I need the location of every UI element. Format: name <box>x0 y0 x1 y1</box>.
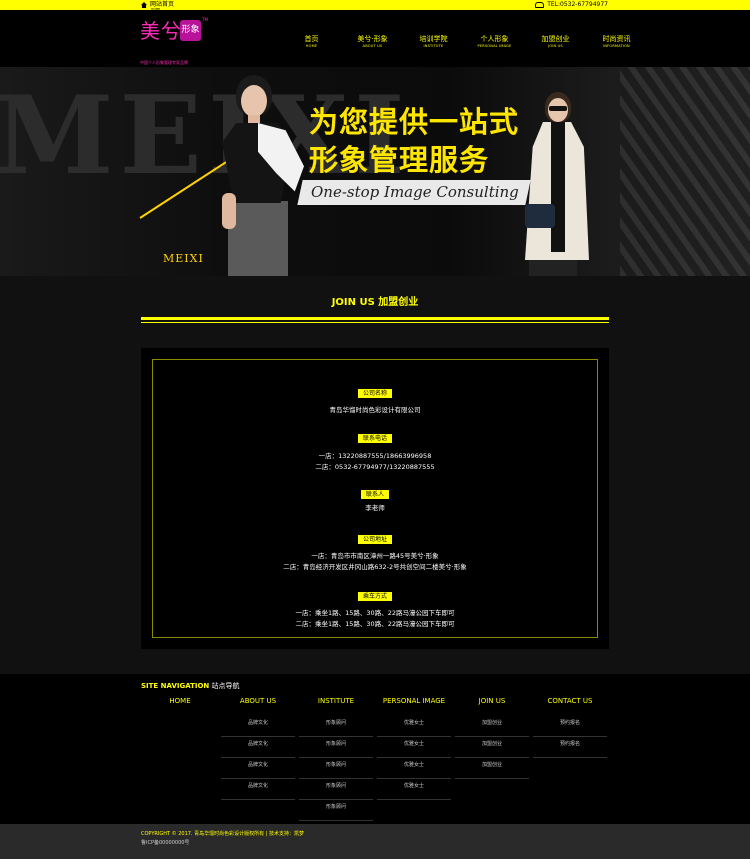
footer-column-heading[interactable]: HOME <box>143 697 217 706</box>
company-name: 青岛华馏时尚色彩设计有限公司 <box>329 406 421 414</box>
address-line-2: 二店：青岛经济开发区井冈山路632-2号共创空间二楼美兮·形象 <box>283 563 467 571</box>
nav-item-sublabel: ABOUT US <box>362 44 383 48</box>
model-photo-left <box>214 75 304 276</box>
address-line-1: 一店：青岛市市南区漳州一路45号美兮·形象 <box>311 552 439 560</box>
nav-item-personal-image[interactable]: 个人形象 PERSONAL IMAGE <box>464 35 525 49</box>
footer-column-heading[interactable]: CONTACT US <box>533 697 607 706</box>
phone-info: TEL:0532-67794977 <box>535 1 608 8</box>
footer-title-en: SITE NAVIGATION <box>141 682 210 690</box>
logo-mark: 美兮 <box>140 19 182 43</box>
contact-person: 李老师 <box>365 504 385 512</box>
top-bar: 网站首页 HOME TEL:0532-67794977 <box>0 0 750 11</box>
main-nav: 首页 HOME 美兮·形象 ABOUT US 培训学院 INSTITUTE 个人… <box>281 35 647 49</box>
footer-column-about: ABOUT US 品牌文化 品牌文化 品牌文化 品牌文化 <box>221 697 295 800</box>
nav-item-label: 加盟创业 <box>541 35 570 43</box>
logo-badge: 形象 <box>180 20 201 41</box>
footer-column-heading[interactable]: JOIN US <box>455 697 529 706</box>
title-divider <box>141 317 609 320</box>
contact-panel: 公司名称 青岛华馏时尚色彩设计有限公司 联系电话 一店：13220887555/… <box>141 348 609 649</box>
nav-item-sublabel: INFORMATION <box>603 44 630 48</box>
nav-item-sublabel: HOME <box>305 44 318 48</box>
footer-column-heading[interactable]: PERSONAL IMAGE <box>377 697 451 706</box>
hero-banner: MEIXI MEIXI 为您提供一站式 形象管理服务 One-stop Imag… <box>0 67 750 276</box>
footer-link[interactable]: 品牌文化 <box>221 737 295 758</box>
logo-slogan: 中国个人形象管理专家品牌 <box>140 60 188 65</box>
icp-number: 鲁ICP备00000000号 <box>141 840 190 846</box>
footer-link[interactable]: 预约报名 <box>533 716 607 737</box>
banner-headline-line-1: 为您提供一站式 <box>309 105 520 139</box>
footer-column-heading[interactable]: ABOUT US <box>221 697 295 706</box>
bus-block: 乘车方式 一店：乘坐1路、15路、30路、22路马濠公园下车即可 二店：乘坐1路… <box>141 583 609 630</box>
footer-link[interactable]: 加盟创业 <box>455 758 529 779</box>
title-divider-thin <box>141 322 609 323</box>
address-block: 公司地址 一店：青岛市市南区漳州一路45号美兮·形象 二店：青岛经济开发区井冈山… <box>141 526 609 573</box>
footer-link[interactable]: 优雅女士 <box>377 758 451 779</box>
nav-item-about[interactable]: 美兮·形象 ABOUT US <box>342 35 403 49</box>
footer-link[interactable]: 形象顾问 <box>299 800 373 821</box>
contact-person-label: 联系人 <box>360 490 389 499</box>
contact-person-block: 联系人 李老师 <box>141 481 609 514</box>
footer-title-zh: 站点导航 <box>211 682 240 690</box>
company-label: 公司名称 <box>357 389 392 398</box>
footer-link[interactable]: 形象顾问 <box>299 779 373 800</box>
footer-link[interactable]: 预约报名 <box>533 737 607 758</box>
phone-block: 联系电话 一店：13220887555/18663996958 二店：0532-… <box>141 425 609 473</box>
footer-link[interactable]: 品牌文化 <box>221 716 295 737</box>
footer-column-contact: CONTACT US 预约报名 预约报名 <box>533 697 607 758</box>
footer-link[interactable]: 加盟创业 <box>455 716 529 737</box>
footer-title: SITE NAVIGATION 站点导航 <box>141 681 240 691</box>
footer-column-institute: INSTITUTE 形象顾问 形象顾问 形象顾问 形象顾问 形象顾问 <box>299 697 373 821</box>
phone-icon <box>535 1 545 8</box>
footer-link[interactable]: 优雅女士 <box>377 716 451 737</box>
nav-item-information[interactable]: 时尚资讯 INFORMATION <box>586 35 647 49</box>
footer-link[interactable]: 形象顾问 <box>299 758 373 779</box>
banner-pattern <box>620 67 750 276</box>
phone-line-2: 二店：0532-67794977/13220887555 <box>315 463 435 471</box>
site-header: 美兮 形象 TM 中国个人形象管理专家品牌 首页 HOME 美兮·形象 ABOU… <box>0 10 750 67</box>
banner-brand: MEIXI <box>163 252 204 265</box>
footer-link[interactable]: 品牌文化 <box>221 779 295 800</box>
nav-item-join-us[interactable]: 加盟创业 JOIN US <box>525 35 586 49</box>
nav-item-label: 个人形象 <box>480 35 509 43</box>
address-label: 公司地址 <box>357 535 392 544</box>
nav-item-sublabel: INSTITUTE <box>423 44 444 48</box>
nav-item-home[interactable]: 首页 HOME <box>281 35 342 49</box>
section-title: JOIN US 加盟创业 <box>331 297 419 308</box>
footer-link[interactable]: 优雅女士 <box>377 737 451 758</box>
banner-headline-line-2: 形象管理服务 <box>309 143 490 177</box>
nav-item-sublabel: PERSONAL IMAGE <box>477 44 512 48</box>
nav-item-label: 培训学院 <box>419 35 448 43</box>
footer-link[interactable]: 优雅女士 <box>377 779 451 800</box>
nav-item-sublabel: JOIN US <box>548 44 563 48</box>
footer-link[interactable]: 形象顾问 <box>299 737 373 758</box>
nav-item-label: 时尚资讯 <box>602 35 631 43</box>
footer-column-personal-image: PERSONAL IMAGE 优雅女士 优雅女士 优雅女士 优雅女士 <box>377 697 451 800</box>
footer-link[interactable]: 形象顾问 <box>299 716 373 737</box>
logo-tm: TM <box>202 17 208 22</box>
home-icon <box>141 2 147 8</box>
footer-column-join-us: JOIN US 加盟创业 加盟创业 加盟创业 <box>455 697 529 779</box>
site-footer: SITE NAVIGATION 站点导航 HOME ABOUT US 品牌文化 … <box>0 674 750 824</box>
copyright-text: COPYRIGHT © 2017. 青岛华馏时尚色彩设计版权所有 | 技术支持：… <box>141 831 304 837</box>
logo[interactable]: 美兮 形象 TM 中国个人形象管理专家品牌 <box>140 15 220 67</box>
nav-item-label: 美兮·形象 <box>357 35 388 43</box>
banner-tagline: One-stop Image Consulting <box>311 183 519 201</box>
bus-line-1: 一店：乘坐1路、15路、30路、22路马濠公园下车即可 <box>295 609 455 617</box>
company-block: 公司名称 青岛华馏时尚色彩设计有限公司 <box>141 380 609 416</box>
model-photo-right <box>515 92 595 276</box>
footer-link[interactable]: 品牌文化 <box>221 758 295 779</box>
nav-item-label: 首页 <box>304 35 319 43</box>
bus-line-2: 二店：乘坐1路、15路、30路、22路马濠公园下车即可 <box>295 620 455 628</box>
footer-column-heading[interactable]: INSTITUTE <box>299 697 373 706</box>
bus-label: 乘车方式 <box>357 592 392 601</box>
footer-link[interactable]: 加盟创业 <box>455 737 529 758</box>
footer-column-home: HOME <box>143 697 217 706</box>
phone-line-1: 一店：13220887555/18663996958 <box>318 452 432 460</box>
phone-number: TEL:0532-67794977 <box>547 1 608 8</box>
nav-item-institute[interactable]: 培训学院 INSTITUTE <box>403 35 464 49</box>
banner-headline: 为您提供一站式 形象管理服务 <box>309 103 519 179</box>
phone-label: 联系电话 <box>357 434 392 443</box>
copyright-bar: COPYRIGHT © 2017. 青岛华馏时尚色彩设计版权所有 | 技术支持：… <box>0 824 750 859</box>
